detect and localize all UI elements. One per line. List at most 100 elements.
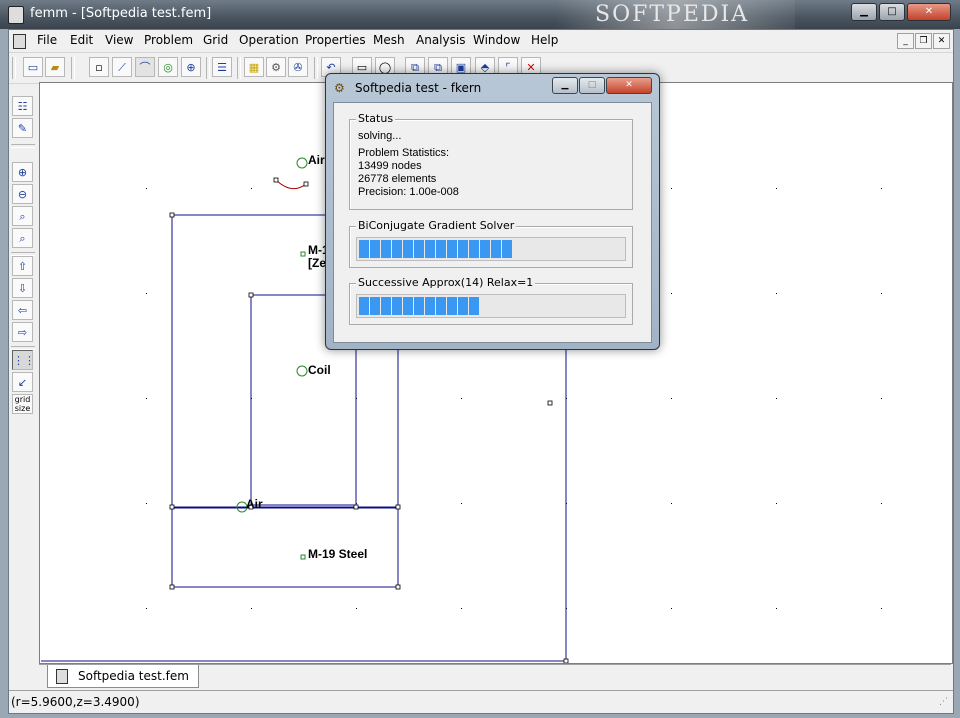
view-results-icon[interactable]: ✇ <box>288 57 308 77</box>
menu-help[interactable]: Help <box>531 33 558 47</box>
status-group: Status solving... Problem Statistics: 13… <box>349 112 633 210</box>
group-mode-icon[interactable]: ⊕ <box>181 57 201 77</box>
show-names-icon[interactable]: ☷ <box>12 96 33 116</box>
document-tab-bar: Softpedia test.fem <box>39 664 951 689</box>
edit-note-icon[interactable]: ✎ <box>12 118 33 138</box>
toolbar-separator <box>314 57 318 79</box>
zoom-out-icon[interactable]: ⊖ <box>12 184 33 204</box>
nodes-count: 13499 nodes <box>358 160 422 172</box>
label-points <box>300 251 306 560</box>
mdi-minimize-button[interactable]: _ <box>897 33 914 49</box>
grid-size-button[interactable]: grid size <box>12 394 33 414</box>
menu-analysis[interactable]: Analysis <box>416 33 465 47</box>
progress-segment <box>436 240 447 258</box>
progress-segment <box>370 297 381 315</box>
dialog-title: Softpedia test - fkern <box>355 81 482 95</box>
progress-segment <box>370 240 381 258</box>
mdi-close-button[interactable]: ✕ <box>933 33 950 49</box>
solver-progress-bar <box>356 237 626 261</box>
menu-window[interactable]: Window <box>473 33 520 47</box>
block-label-m19-steel: M-19 Steel <box>308 547 368 561</box>
solver-dialog: ⚙ Softpedia test - fkern ▁ □ ✕ Status so… <box>325 73 660 350</box>
app-icon[interactable] <box>8 6 24 24</box>
snap-grid-icon[interactable]: ↙ <box>12 372 33 392</box>
toolbar-separator <box>71 57 75 79</box>
pan-left-icon[interactable]: ⇦ <box>12 300 33 320</box>
menu-mesh[interactable]: Mesh <box>373 33 405 47</box>
approx-progress-bar <box>356 294 626 318</box>
run-analysis-icon[interactable]: ⚙ <box>266 57 286 77</box>
coordinates-readout: (r=5.9600,z=3.4900) <box>11 695 140 709</box>
progress-segment <box>458 240 469 258</box>
document-tab[interactable]: Softpedia test.fem <box>47 665 199 688</box>
pan-right-icon[interactable]: ⇨ <box>12 322 33 342</box>
precision-value: Precision: 1.00e-008 <box>358 186 459 198</box>
mesh-icon[interactable]: ▦ <box>244 57 264 77</box>
menu-view[interactable]: View <box>105 33 133 47</box>
close-button[interactable]: ✕ <box>907 3 951 21</box>
block-label-air-top: Air <box>308 153 325 167</box>
progress-segment <box>447 297 458 315</box>
progress-segment <box>403 297 414 315</box>
progress-segment <box>414 297 425 315</box>
grid-dot <box>776 398 777 399</box>
progress-segment <box>381 240 392 258</box>
menu-problem[interactable]: Problem <box>144 33 193 47</box>
zoom-natural-icon[interactable]: ⌕ <box>12 206 33 226</box>
progress-segment <box>403 240 414 258</box>
segment-mode-icon[interactable]: ⟋ <box>112 57 132 77</box>
solver-icon: ⚙ <box>334 81 345 95</box>
grid-dot <box>461 608 462 609</box>
grid-dot <box>671 293 672 294</box>
menu-file[interactable]: File <box>37 33 57 47</box>
show-grid-icon[interactable]: ⋮⋮ <box>12 350 35 370</box>
toolbar-grip <box>12 57 16 79</box>
stats-heading: Problem Statistics: <box>358 147 450 159</box>
progress-segment <box>414 240 425 258</box>
toolbar-separator <box>206 57 210 79</box>
properties-icon[interactable]: ☰ <box>212 57 232 77</box>
resize-grip-icon[interactable]: ⋰ <box>939 697 951 709</box>
progress-segment <box>359 297 370 315</box>
progress-segment <box>469 240 480 258</box>
title-bar[interactable]: femm - [Softpedia test.fem] SOFTPEDIA ▁ … <box>0 0 960 29</box>
grid-dot <box>356 608 357 609</box>
maximize-button[interactable]: □ <box>879 3 905 21</box>
dialog-minimize-button[interactable]: ▁ <box>552 77 578 94</box>
elements-count: 26778 elements <box>358 173 437 185</box>
arc-mode-icon[interactable]: ⌒ <box>135 57 155 77</box>
approx-group-title: Successive Approx(14) Relax=1 <box>356 276 536 289</box>
mdi-restore-button[interactable]: ❐ <box>915 33 932 49</box>
zoom-in-icon[interactable]: ⊕ <box>12 162 33 182</box>
menu-properties[interactable]: Properties <box>305 33 366 47</box>
view-toolbar: ☷ ✎ ⊕ ⊖ ⌕ ⌕ ⇧ ⇩ ⇦ ⇨ ⋮⋮ ↙ grid size <box>9 84 37 664</box>
doc-tab-icon <box>56 669 68 684</box>
pan-down-icon[interactable]: ⇩ <box>12 278 33 298</box>
zoom-window-icon[interactable]: ⌕ <box>12 228 33 248</box>
menu-grid[interactable]: Grid <box>203 33 228 47</box>
menu-operation[interactable]: Operation <box>239 33 299 47</box>
progress-segment <box>469 297 480 315</box>
dialog-close-button[interactable]: ✕ <box>606 77 652 94</box>
open-folder-icon[interactable]: ▰ <box>45 57 65 77</box>
grid-dot <box>146 608 147 609</box>
approx-group: Successive Approx(14) Relax=1 <box>349 276 633 325</box>
progress-segment <box>392 297 403 315</box>
grid-dot <box>671 608 672 609</box>
dialog-maximize-button[interactable]: □ <box>579 77 605 94</box>
grid-dot <box>671 398 672 399</box>
doc-icon[interactable] <box>13 34 26 49</box>
node-mode-icon[interactable]: ▫ <box>89 57 109 77</box>
grid-dot <box>461 503 462 504</box>
progress-segment <box>425 297 436 315</box>
menu-edit[interactable]: Edit <box>70 33 93 47</box>
progress-segment <box>502 240 513 258</box>
pan-up-icon[interactable]: ⇧ <box>12 256 33 276</box>
block-label-mode-icon[interactable]: ◎ <box>158 57 178 77</box>
new-file-icon[interactable]: ▭ <box>23 57 43 77</box>
progress-segment <box>447 240 458 258</box>
block-label-markers <box>236 157 308 513</box>
minimize-button[interactable]: ▁ <box>851 3 877 21</box>
grid-dot <box>671 188 672 189</box>
grid-dot <box>146 188 147 189</box>
